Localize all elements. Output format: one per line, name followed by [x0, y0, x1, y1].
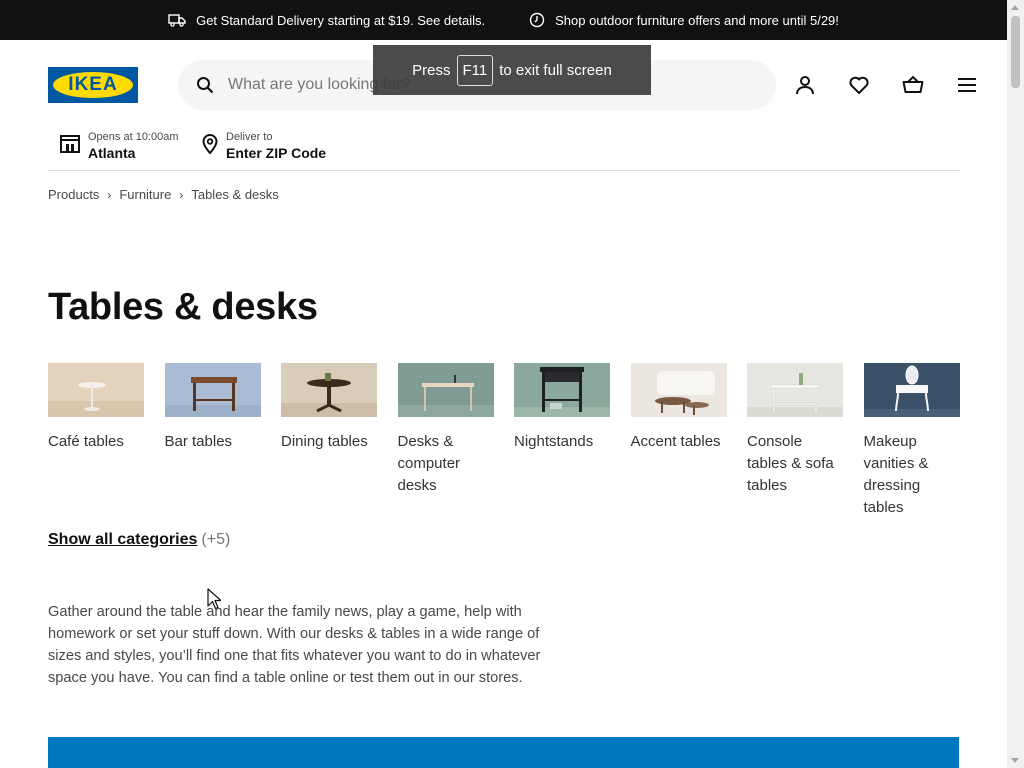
cafe-table-image [48, 363, 144, 417]
category-accent-tables[interactable]: Accent tables [630, 363, 727, 519]
header-icons [790, 72, 982, 98]
breadcrumb: Products › Furniture › Tables & desks [48, 187, 279, 202]
promo-bar: Get Standard Delivery starting at $19. S… [0, 0, 1007, 40]
category-label: Dining tables [281, 433, 368, 450]
category-nightstands[interactable]: Nightstands [514, 363, 610, 519]
menu-icon[interactable] [952, 72, 982, 98]
basket-icon[interactable] [898, 72, 928, 98]
chevron-right-icon: › [107, 187, 112, 202]
vanity-image [863, 363, 960, 417]
category-label: Desks & computer desks [397, 433, 461, 494]
scroll-up-icon[interactable] [1011, 5, 1019, 10]
delivery-promo[interactable]: Get Standard Delivery starting at $19. S… [168, 13, 485, 28]
search-icon[interactable] [196, 76, 214, 99]
accent-table-image [630, 363, 727, 417]
location-pin-icon [202, 133, 218, 159]
category-console-tables[interactable]: Console tables & sofa tables [747, 363, 843, 519]
breadcrumb-furniture[interactable]: Furniture [119, 187, 171, 202]
category-bar-tables[interactable]: Bar tables [164, 363, 261, 519]
show-all-categories-link[interactable]: Show all categories [48, 531, 197, 549]
category-description: Gather around the table and hear the fam… [48, 604, 541, 686]
zip-code-value: Enter ZIP Code [226, 145, 327, 161]
offer-promo-text: Shop outdoor furniture offers and more u… [555, 12, 839, 28]
dining-table-image [281, 363, 377, 417]
fullscreen-notice: Press F11 to exit full screen [373, 45, 651, 95]
desk-image [397, 363, 494, 417]
breadcrumb-current: Tables & desks [191, 187, 279, 202]
header-divider [48, 170, 960, 171]
truck-icon [168, 13, 186, 27]
category-label: Café tables [48, 433, 124, 450]
breadcrumb-products[interactable]: Products [48, 187, 99, 202]
category-label: Bar tables [164, 433, 233, 450]
scroll-down-icon[interactable] [1011, 758, 1019, 763]
category-list: Café tables Bar tables Dining tables Des… [48, 363, 960, 519]
category-label: Accent tables [630, 433, 721, 450]
f11-key: F11 [456, 54, 494, 86]
category-dining-tables[interactable]: Dining tables [281, 363, 377, 519]
chevron-right-icon: › [179, 187, 184, 202]
page-title: Tables & desks [48, 286, 318, 328]
delivery-promo-text: Get Standard Delivery starting at $19. S… [196, 12, 486, 28]
store-selector[interactable]: Opens at 10:00am Atlanta [60, 131, 179, 161]
bar-table-image [164, 363, 261, 417]
deliver-label: Deliver to [226, 131, 273, 143]
store-icon [60, 134, 80, 158]
category-label: Makeup vanities & dressing tables [863, 433, 929, 516]
mouse-cursor-icon [207, 588, 222, 615]
category-desks[interactable]: Desks & computer desks [397, 363, 494, 519]
store-city: Atlanta [88, 145, 136, 161]
category-makeup-vanities[interactable]: Makeup vanities & dressing tables [863, 363, 960, 519]
show-all-categories[interactable]: Show all categories (+5) [48, 531, 230, 549]
delivery-selector[interactable]: Deliver to Enter ZIP Code [202, 131, 326, 161]
store-hours: Opens at 10:00am [88, 131, 179, 143]
category-label: Nightstands [514, 433, 594, 450]
offer-promo[interactable]: Shop outdoor furniture offers and more u… [529, 12, 839, 28]
clock-icon [529, 12, 545, 28]
ikea-logo[interactable]: IKEA [48, 67, 138, 103]
profile-icon[interactable] [790, 72, 820, 98]
promo-banner[interactable] [48, 737, 959, 768]
heart-icon[interactable] [844, 72, 874, 98]
console-table-image [747, 363, 843, 417]
hidden-category-count: (+5) [201, 531, 231, 548]
nightstand-image [514, 363, 610, 417]
category-label: Console tables & sofa tables [747, 433, 834, 494]
page-scrollbar[interactable] [1007, 0, 1024, 768]
category-cafe-tables[interactable]: Café tables [48, 363, 144, 519]
scrollbar-thumb[interactable] [1011, 16, 1020, 88]
